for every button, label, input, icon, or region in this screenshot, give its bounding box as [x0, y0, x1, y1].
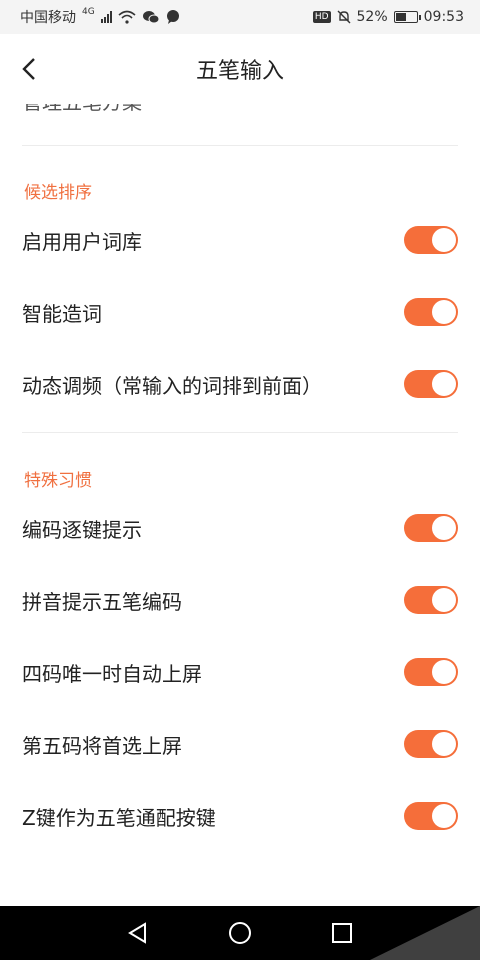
setting-label: 拼音提示五笔编码 — [22, 589, 182, 614]
setting-label: 智能造词 — [22, 301, 102, 326]
toggle-knob — [432, 588, 456, 612]
divider — [22, 145, 458, 146]
chevron-left-icon — [22, 58, 35, 80]
toggle-knob — [432, 516, 456, 540]
setting-row-auto-commit[interactable]: 四码唯一时自动上屏 — [0, 636, 480, 708]
back-button[interactable] — [14, 54, 44, 84]
toggle-knob — [432, 732, 456, 756]
status-bar: 中国移动 4G HD 52% 09:53 — [0, 0, 480, 34]
nav-home-button[interactable] — [226, 919, 254, 947]
setting-label: 第五码将首选上屏 — [22, 733, 182, 758]
setting-row-smart-word[interactable]: 智能造词 — [0, 276, 480, 348]
setting-label: Z键作为五笔通配按键 — [22, 805, 216, 830]
circle-home-icon — [229, 922, 251, 944]
status-right: HD 52% 09:53 — [312, 9, 480, 25]
message-icon — [166, 10, 179, 24]
network-type: 4G — [82, 7, 95, 17]
page-title: 五笔输入 — [195, 59, 284, 84]
divider — [22, 432, 458, 433]
wifi-icon — [118, 10, 136, 24]
partial-item-label: 管理五笔方案 — [22, 104, 142, 112]
setting-row-code-hint[interactable]: 编码逐键提示 — [0, 492, 480, 564]
nav-recents-button[interactable] — [328, 919, 356, 947]
setting-label: 启用用户词库 — [22, 229, 142, 254]
toggle-switch[interactable] — [404, 514, 458, 542]
setting-label: 四码唯一时自动上屏 — [22, 661, 202, 686]
clock: 09:53 — [423, 9, 464, 25]
setting-row-user-dictionary[interactable]: 启用用户词库 — [0, 204, 480, 276]
toggle-knob — [432, 228, 456, 252]
toggle-switch[interactable] — [404, 298, 458, 326]
setting-row-fifth-code[interactable]: 第五码将首选上屏 — [0, 708, 480, 780]
mute-bell-icon — [337, 10, 351, 24]
battery-fill — [395, 13, 406, 21]
section-header-special-habits: 特殊习惯 — [24, 471, 92, 491]
square-recents-icon — [332, 923, 352, 943]
setting-row-z-wildcard[interactable]: Z键作为五笔通配按键 — [0, 780, 480, 852]
setting-row-pinyin-hint[interactable]: 拼音提示五笔编码 — [0, 564, 480, 636]
toggle-knob — [432, 300, 456, 324]
nav-back-button[interactable] — [124, 919, 152, 947]
navigation-bar — [0, 906, 480, 960]
battery-percent: 52% — [356, 9, 388, 25]
toggle-switch[interactable] — [404, 370, 458, 398]
toggle-switch[interactable] — [404, 730, 458, 758]
status-left: 中国移动 4G — [0, 7, 180, 27]
toggle-knob — [432, 372, 456, 396]
app-bar: 五笔输入 — [0, 34, 480, 104]
partial-list-item[interactable]: 管理五笔方案 — [0, 104, 480, 112]
setting-label: 动态调频（常输入的词排到前面） — [22, 373, 322, 398]
triangle-back-icon — [128, 922, 146, 944]
toggle-switch[interactable] — [404, 586, 458, 614]
toggle-knob — [432, 660, 456, 684]
toggle-switch[interactable] — [404, 802, 458, 830]
carrier-name: 中国移动 — [20, 10, 76, 26]
toggle-switch[interactable] — [404, 658, 458, 686]
hd-badge: HD — [312, 11, 331, 23]
toggle-knob — [432, 804, 456, 828]
section-header-candidate-sort: 候选排序 — [24, 183, 92, 203]
setting-row-dynamic-frequency[interactable]: 动态调频（常输入的词排到前面） — [0, 348, 480, 420]
toggle-switch[interactable] — [404, 226, 458, 254]
settings-list[interactable]: 管理五笔方案 候选排序 启用用户词库 智能造词 动态调频（常输入的词排到前面） … — [0, 104, 480, 906]
setting-label: 编码逐键提示 — [22, 517, 142, 542]
signal-icon — [100, 11, 112, 23]
battery-icon — [393, 11, 421, 23]
wechat-icon — [142, 11, 160, 24]
nav-corner-decoration — [370, 906, 480, 960]
